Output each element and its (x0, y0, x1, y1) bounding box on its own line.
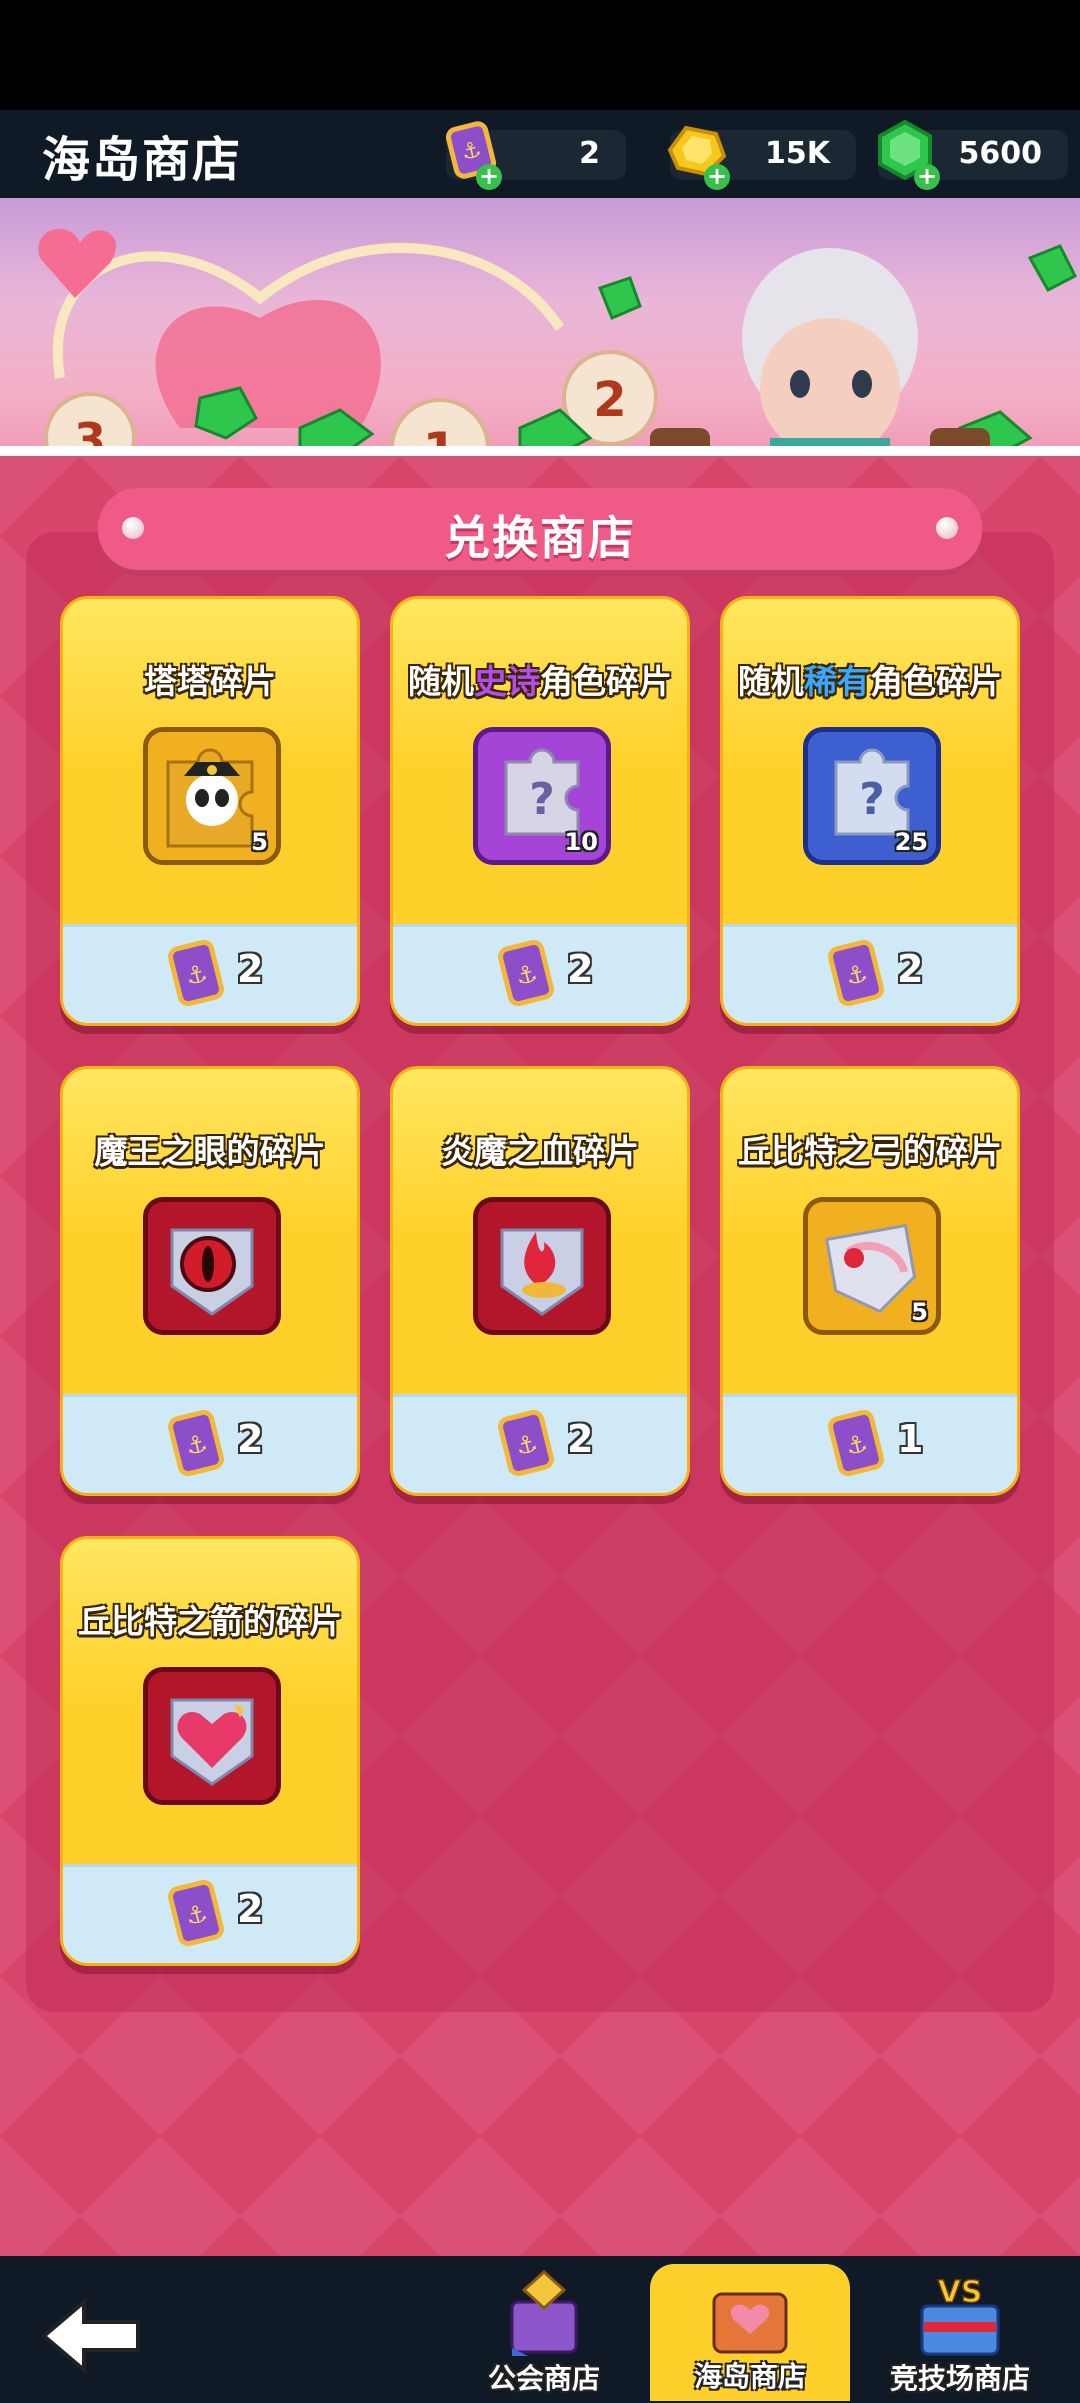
item-price: 2 (237, 1417, 264, 1461)
item-quantity: 10 (564, 828, 598, 856)
ticket-count: 2 (579, 136, 600, 171)
tab-label: 海岛商店 (693, 2360, 806, 2393)
item-price: 2 (237, 947, 264, 991)
anchor-ticket-icon: ⚓ (828, 939, 884, 1007)
arena-shop-icon: VS (920, 2274, 1000, 2356)
price-bar: ⚓ 2 (723, 924, 1017, 1023)
shop-item-card[interactable]: 塔塔碎片 5 ⚓ 2 (60, 596, 360, 1026)
item-price: 2 (567, 947, 594, 991)
flame-blood-icon (473, 1197, 611, 1335)
price-bar: ⚓ 1 (723, 1394, 1017, 1493)
shop-item-card[interactable]: 炎魔之血碎片 ⚓ 2 (390, 1066, 690, 1496)
item-quantity: 5 (251, 828, 268, 856)
anchor-ticket-icon: ⚓ (168, 1409, 224, 1477)
add-gem-icon[interactable]: + (914, 164, 940, 190)
svg-text:2: 2 (593, 372, 626, 428)
banner-art: 3 1 2 (38, 228, 1078, 456)
anchor-ticket-icon: ⚓ (498, 939, 554, 1007)
item-name: 炎魔之血碎片 (441, 1132, 639, 1171)
status-bar (0, 0, 1080, 110)
item-name: 丘比特之弓的碎片 (738, 1132, 1002, 1171)
tab-guild-shop[interactable]: 公会商店 (444, 2266, 644, 2403)
shop-item-card[interactable]: 魔王之眼的碎片 ⚓ 2 (60, 1066, 360, 1496)
tab-label: 公会商店 (487, 2362, 600, 2395)
pirate-panda-icon: 5 (143, 727, 281, 865)
item-price: 2 (237, 1887, 264, 1931)
item-price: 1 (897, 1417, 924, 1461)
anchor-ticket-icon: ⚓ (168, 939, 224, 1007)
island-shop-icon (712, 2292, 788, 2354)
anchor-ticket-icon: ⚓ (498, 1409, 554, 1477)
price-bar: ⚓ 2 (393, 924, 687, 1023)
price-bar: ⚓ 2 (63, 924, 357, 1023)
guild-shop-icon (510, 2269, 578, 2356)
anchor-ticket-icon: ⚓ (168, 1879, 224, 1947)
add-ticket-icon[interactable]: + (476, 164, 502, 190)
svg-text:?: ? (529, 774, 555, 825)
item-name: 塔塔碎片 (144, 662, 276, 701)
svg-text:VS: VS (938, 2275, 983, 2310)
svg-text:?: ? (859, 774, 885, 825)
add-gold-icon[interactable]: + (704, 164, 730, 190)
demon-eye-icon (143, 1197, 281, 1335)
price-bar: ⚓ 2 (63, 1394, 357, 1493)
item-name: 随机稀有角色碎片 (738, 662, 1002, 701)
epic-puzzle-icon: ? 10 (473, 727, 611, 865)
shop-item-card[interactable]: 随机稀有角色碎片 ? 25 ⚓ 2 (720, 596, 1020, 1026)
exchange-shop-header: 兑换商店 (98, 488, 982, 570)
item-name: 随机史诗角色碎片 (408, 662, 672, 701)
rare-puzzle-icon: ? 25 (803, 727, 941, 865)
anchor-ticket-currency[interactable]: ⚓ + 2 (445, 121, 626, 190)
cupid-bow-icon: 5 (803, 1197, 941, 1335)
cupid-arrow-icon (143, 1667, 281, 1805)
shop-item-card[interactable]: 丘比特之箭的碎片 ⚓ 2 (60, 1536, 360, 1966)
bottom-nav: 公会商店 海岛商店 VS 竞技场商店 (0, 2256, 1080, 2403)
back-arrow-icon[interactable] (38, 2296, 148, 2376)
item-name: 魔王之眼的碎片 (94, 1132, 326, 1171)
event-banner: 3 1 2 (0, 198, 1080, 456)
top-bar: 海岛商店 ⚓ + 2 + 15K + 5600 (0, 110, 1080, 198)
header-right-dot (936, 517, 958, 539)
shop-item-card[interactable]: 丘比特之弓的碎片 5 ⚓ 1 (720, 1066, 1020, 1496)
anchor-ticket-icon: ⚓ (828, 1409, 884, 1477)
item-price: 2 (897, 947, 924, 991)
item-name: 丘比特之箭的碎片 (78, 1602, 342, 1641)
price-bar: ⚓ 2 (393, 1394, 687, 1493)
page-title: 海岛商店 (42, 132, 243, 188)
price-bar: ⚓ 2 (63, 1864, 357, 1963)
exchange-shop-title: 兑换商店 (444, 511, 636, 565)
tab-arena-shop[interactable]: VS 竞技场商店 (860, 2266, 1060, 2403)
gem-currency[interactable]: + 5600 (878, 119, 1068, 190)
shop-item-card[interactable]: 随机史诗角色碎片 ? 10 ⚓ 2 (390, 596, 690, 1026)
shop-area: 兑换商店 塔塔碎片 5 ⚓ 2 随机史诗角色碎片 ? 10 ⚓ 2 随机稀有角色… (0, 456, 1080, 2256)
gold-count: 15K (765, 136, 830, 171)
tab-label: 竞技场商店 (889, 2362, 1030, 2395)
gold-currency[interactable]: + 15K (667, 125, 856, 190)
gem-count: 5600 (958, 136, 1043, 171)
tab-island-shop[interactable]: 海岛商店 (650, 2264, 850, 2401)
item-price: 2 (567, 1417, 594, 1461)
item-quantity: 5 (911, 1298, 928, 1326)
item-quantity: 25 (894, 828, 928, 856)
